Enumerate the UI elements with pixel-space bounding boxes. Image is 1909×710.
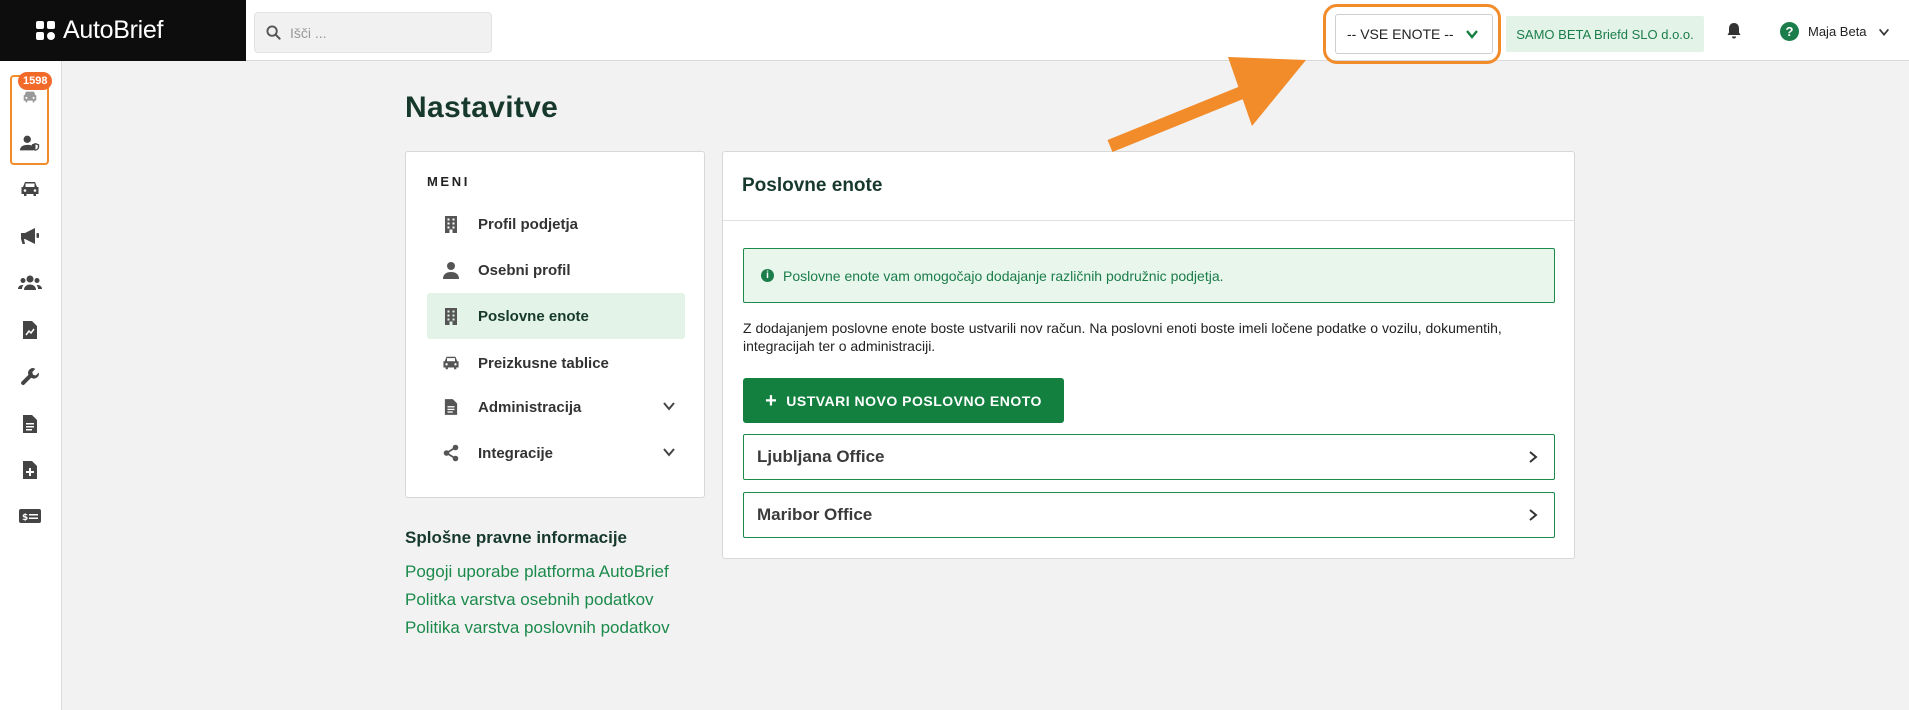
menu-item-label: Poslovne enote	[478, 307, 589, 325]
user-menu[interactable]: ? Maja Beta	[1780, 22, 1891, 41]
bell-icon[interactable]	[1726, 22, 1742, 45]
car-icon[interactable]	[18, 177, 42, 201]
legal-title: Splošne pravne informacije	[405, 528, 628, 547]
unit-select-value: -- VSE ENOTE --	[1347, 26, 1454, 42]
chevron-down-icon	[1466, 30, 1478, 39]
menu-item-label: Preizkusne tablice	[478, 354, 609, 372]
page-title: Nastavitve	[405, 91, 559, 124]
company-badge[interactable]: SAMO BETA Briefd SLO d.o.o.	[1506, 16, 1704, 52]
menu-item-business-units[interactable]: Poslovne enote	[427, 293, 685, 339]
business-unit-name: Ljubljana Office	[757, 447, 885, 466]
wrench-icon[interactable]	[18, 365, 42, 389]
menu-heading: MENI	[427, 174, 470, 189]
top-bar: AutoBrief -- VSE ENOTE -- SAMO BETA Brie…	[0, 0, 1909, 64]
link-personal-data-policy[interactable]: Politka varstva osebnih podatkov	[405, 590, 654, 610]
business-unit-name: Maribor Office	[757, 505, 873, 524]
menu-item-label: Profil podjetja	[478, 215, 579, 233]
info-text: Poslovne enote vam omogočajo dodajanje r…	[783, 267, 1224, 284]
users-icon[interactable]	[18, 271, 42, 295]
chevron-down-icon	[663, 448, 675, 457]
building-icon	[441, 214, 461, 234]
menu-item-label: Administracija	[478, 398, 582, 416]
search-box[interactable]	[254, 12, 492, 53]
link-terms-of-use[interactable]: Pogoji uporabe platforma AutoBrief	[405, 562, 669, 582]
create-business-unit-button[interactable]: + USTVARI NOVO POSLOVNO ENOTO	[743, 378, 1064, 423]
description-text: Z dodajanjem poslovne enote boste ustvar…	[743, 320, 1502, 354]
business-unit-row[interactable]: Ljubljana Office	[743, 434, 1555, 480]
menu-item-test-plates[interactable]: Preizkusne tablice	[427, 340, 685, 386]
search-icon	[266, 25, 281, 40]
menu-item-personal-profile[interactable]: Osebni profil	[427, 247, 685, 293]
plus-icon: +	[765, 389, 778, 412]
create-button-label: USTVARI NOVO POSLOVNO ENOTO	[786, 392, 1042, 409]
business-unit-row[interactable]: Maribor Office	[743, 492, 1555, 538]
document-icon	[441, 397, 461, 417]
search-input[interactable]	[290, 24, 480, 41]
building-icon	[441, 306, 461, 326]
link-business-data-policy[interactable]: Politika varstva poslovnih podatkov	[405, 618, 670, 638]
megaphone-icon[interactable]	[18, 224, 42, 248]
chevron-down-icon	[1878, 28, 1889, 36]
info-icon: i	[761, 269, 774, 282]
svg-text:$: $	[22, 513, 28, 523]
chevron-right-icon	[1529, 451, 1538, 463]
document-chart-icon[interactable]	[18, 318, 42, 342]
help-icon[interactable]: ?	[1780, 22, 1799, 41]
car-icon	[441, 353, 461, 373]
user-shield-icon[interactable]	[18, 131, 42, 155]
logo-mark-icon	[36, 21, 55, 40]
user-name: Maja Beta	[1808, 24, 1867, 39]
menu-item-label: Integracije	[478, 444, 554, 462]
notification-badge: 1598	[18, 72, 53, 90]
menu-item-label: Osebni profil	[478, 261, 571, 279]
logo[interactable]: AutoBrief	[0, 0, 246, 61]
panel-title: Poslovne enote	[723, 152, 1574, 221]
unit-select[interactable]: -- VSE ENOTE --	[1335, 14, 1493, 54]
chevron-right-icon	[1529, 509, 1538, 521]
chevron-down-icon	[663, 402, 675, 411]
menu-item-integrations[interactable]: Integracije	[427, 430, 685, 476]
file-text-icon[interactable]	[18, 412, 42, 436]
card-icon[interactable]: $	[18, 504, 42, 528]
menu-item-administration[interactable]: Administracija	[427, 384, 685, 430]
business-units-panel: Poslovne enote i Poslovne enote vam omog…	[722, 151, 1575, 559]
info-alert: i Poslovne enote vam omogočajo dodajanje…	[743, 248, 1555, 303]
sidebar: 1598 $	[0, 61, 62, 710]
file-plus-icon[interactable]	[18, 458, 42, 482]
settings-menu: MENI Profil podjetja Osebni profil Poslo…	[405, 151, 705, 498]
menu-item-company-profile[interactable]: Profil podjetja	[427, 201, 685, 247]
user-icon	[441, 260, 461, 280]
logo-text: AutoBrief	[63, 16, 164, 44]
share-icon	[441, 443, 461, 463]
